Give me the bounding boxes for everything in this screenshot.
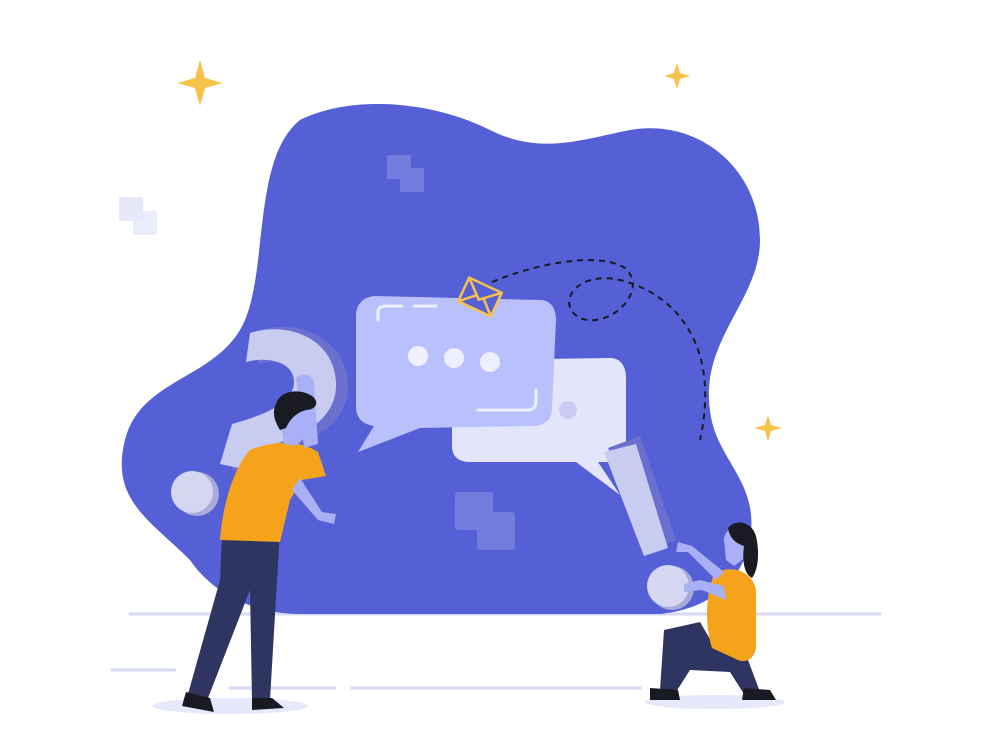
illustration-scene [0, 0, 1000, 749]
communication-illustration [110, 60, 882, 714]
typing-dot [480, 352, 500, 372]
typing-dot [444, 348, 464, 368]
typing-dot [408, 346, 428, 366]
decorative-squares-outside [119, 197, 157, 235]
